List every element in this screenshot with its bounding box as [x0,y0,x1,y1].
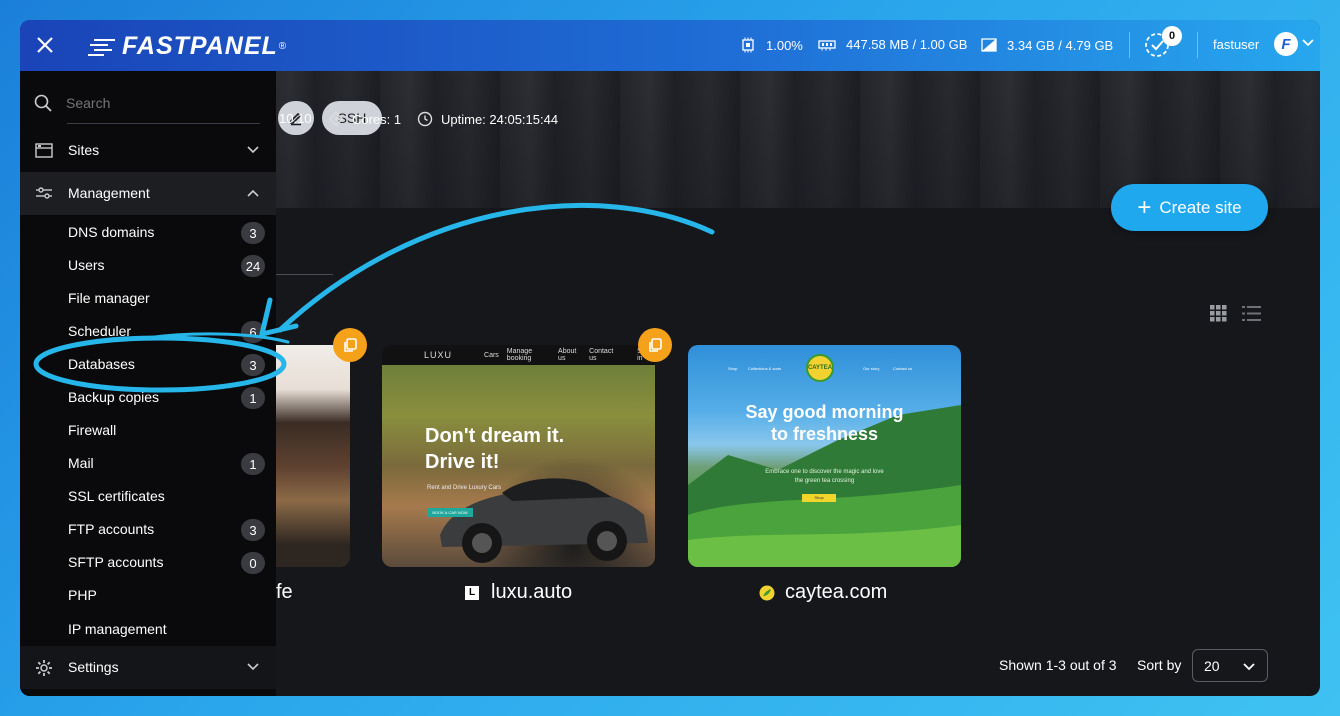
copy-badge[interactable] [333,328,367,362]
site-card-caytea[interactable]: Shop Collections & sorts Our story Conta… [688,345,961,567]
server-ip: 10.10 [279,111,312,126]
site-name-caytea[interactable]: caytea.com [759,581,887,604]
tasks-count-badge: 0 [1162,26,1182,46]
count-badge: 3 [241,222,265,244]
chevron-down-icon [247,663,259,671]
browser-icon [35,143,53,158]
count-badge: 24 [241,255,265,277]
site-favicon-icon: L [465,585,479,600]
site-name-partial[interactable]: fe [276,581,293,604]
cpu-usage: 1.00% [740,37,803,53]
sidebar-item-file-manager[interactable]: File manager [68,290,268,312]
preview-image: Don't dream it. Drive it! Rent and Drive… [382,365,655,567]
search-input[interactable] [66,95,236,111]
copy-icon [649,338,662,352]
chevron-up-icon [247,189,259,197]
avatar[interactable]: F [1274,32,1298,56]
preview-navbar: LUXU Cars Manage booking About us Contac… [382,345,655,365]
list-view-icon[interactable] [1242,305,1261,322]
sidebar-item-ip-management[interactable]: IP management [68,621,268,643]
search-icon [34,94,52,112]
preview-headline: Say good morning to freshness [745,402,904,444]
cpu-icon [742,37,754,53]
username[interactable]: fastuser [1213,37,1259,52]
sidebar-item-sftp-accounts[interactable]: SFTP accounts 0 [68,552,268,576]
preview-logo: CAYTEA [806,354,834,382]
pagination-summary: Shown 1-3 out of 3 [999,657,1117,673]
server-cores: Cores: 1 [328,111,401,127]
disk-icon [981,38,997,52]
grid-view-icon[interactable] [1210,305,1227,322]
chevron-down-icon[interactable] [1302,39,1314,47]
per-page-select[interactable]: 20 [1192,649,1268,682]
count-badge: 1 [241,387,265,409]
count-badge: 1 [241,453,265,475]
sidebar-item-dns-domains[interactable]: DNS domains 3 [68,222,268,246]
disk-usage: 3.34 GB / 4.79 GB [981,37,1113,53]
sidebar-item-ssl-certificates[interactable]: SSL certificates [68,488,268,510]
divider [1197,32,1198,58]
sidebar-item-ftp-accounts[interactable]: FTP accounts 3 [68,519,268,543]
sidebar-item-users[interactable]: Users 24 [68,255,268,279]
chevron-down-icon [247,146,259,154]
top-bar: FASTPANEL ® 1.00% 447.58 MB / 1.00 GB 3.3… [20,20,1320,71]
search-row [34,94,236,112]
sidebar-item-databases[interactable]: Databases 3 [68,354,268,378]
sidebar-item-php[interactable]: PHP [68,587,268,609]
site-card-luxu[interactable]: LUXU Cars Manage booking About us Contac… [382,345,655,567]
copy-icon [344,338,357,352]
sidebar-item-scheduler[interactable]: Scheduler 6 [68,321,268,345]
count-badge: 6 [241,321,265,343]
sort-by-label: Sort by [1137,657,1182,673]
site-card-partial[interactable] [276,345,350,567]
count-badge: 3 [241,519,265,541]
count-badge: 0 [241,552,265,574]
plus-icon: + [1137,193,1152,221]
sidebar: Sites Management DNS domains3 Users24 Fi… [20,71,276,696]
divider [1129,32,1130,58]
ram-usage: 447.58 MB / 1.00 GB [818,37,967,52]
divider [67,123,260,124]
sidebar-item-sites[interactable]: Sites [20,129,276,172]
sidebar-item-settings[interactable]: Settings [20,646,276,689]
preview-cta: Shop [802,494,836,502]
preview-cta: BOOK A CAR NOW [427,508,473,517]
sliders-icon [36,187,52,199]
ram-icon [818,39,836,50]
preview-headline: Don't dream it. Drive it! [425,425,565,473]
chevron-down-icon [1243,663,1255,671]
preview-subtitle: Embrace one to discover the magic and lo… [765,469,884,484]
count-badge: 3 [241,354,265,376]
sidebar-item-management[interactable]: Management [20,172,276,215]
tab-underline [276,274,333,275]
sidebar-item-backup-copies[interactable]: Backup copies 1 [68,387,268,411]
gear-icon [36,660,52,676]
logo-icon [88,38,115,56]
logo[interactable]: FASTPANEL ® [88,32,286,61]
create-site-button[interactable]: + Create site [1111,184,1268,231]
close-icon[interactable] [34,34,56,56]
sidebar-item-mail[interactable]: Mail 1 [68,453,268,477]
preview-image: Shop Collections & sorts Our story Conta… [688,345,961,567]
app-window: SSH 10.10 Cores: 1 Uptime: 24:05:15:44 +… [20,20,1320,696]
clock-icon [417,111,433,127]
copy-badge[interactable] [638,328,672,362]
preview-subtitle: Rent and Drive Luxury Cars [427,485,502,491]
server-uptime: Uptime: 24:05:15:44 [417,111,558,127]
sidebar-item-firewall[interactable]: Firewall [68,422,268,444]
cores-icon [328,111,344,127]
site-name-luxu[interactable]: L luxu.auto [465,581,572,604]
site-favicon-icon [759,585,775,600]
